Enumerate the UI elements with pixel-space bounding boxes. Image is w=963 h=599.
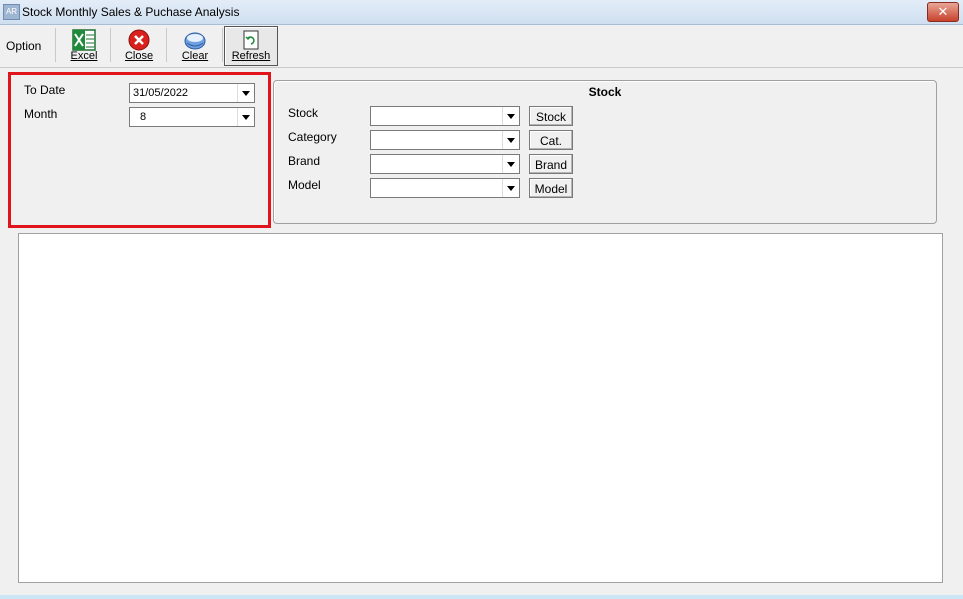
model-button[interactable]: Model [529, 178, 573, 198]
app-icon: AR [3, 4, 20, 20]
window-title: Stock Monthly Sales & Puchase Analysis [22, 5, 240, 19]
window-close-button[interactable]: ✕ [927, 2, 959, 22]
excel-icon [72, 29, 96, 51]
to-date-label: To Date [24, 83, 66, 97]
to-date-value: 31/05/2022 [133, 87, 189, 99]
clear-button[interactable]: Clear [168, 26, 222, 66]
chevron-down-icon[interactable] [502, 179, 519, 197]
month-label: Month [24, 107, 58, 121]
option-label: Option [6, 39, 42, 53]
category-select[interactable] [370, 130, 520, 150]
to-date-picker[interactable]: 31/05/2022 [129, 83, 255, 103]
chevron-down-icon[interactable] [502, 107, 519, 125]
refresh-icon [243, 30, 259, 50]
close-label: Close [124, 50, 154, 62]
stock-select[interactable] [370, 106, 520, 126]
close-red-icon [128, 29, 150, 51]
brand-button[interactable]: Brand [529, 154, 573, 174]
toolbar-separator [55, 28, 56, 62]
brand-label: Brand [288, 154, 321, 168]
category-label: Category [288, 130, 337, 144]
refresh-button[interactable]: Refresh [224, 26, 278, 66]
model-select[interactable] [370, 178, 520, 198]
stock-group: Stock Stock Stock Category Cat. Brand Br… [273, 80, 937, 224]
chevron-down-icon[interactable] [502, 131, 519, 149]
clear-icon [184, 32, 206, 50]
toolbar-separator [110, 28, 111, 62]
chevron-down-icon[interactable] [237, 84, 254, 102]
toolbar-separator [222, 28, 223, 62]
results-grid[interactable] [18, 233, 943, 583]
toolbar-separator [166, 28, 167, 62]
refresh-label: Refresh [231, 50, 271, 62]
month-value: 8 [140, 111, 147, 123]
chevron-down-icon[interactable] [237, 108, 254, 126]
excel-button[interactable]: Excel [57, 26, 111, 66]
window-bottom-border [0, 595, 963, 599]
stock-label: Stock [288, 106, 319, 120]
stock-button[interactable]: Stock [529, 106, 573, 126]
category-button[interactable]: Cat. [529, 130, 573, 150]
close-button[interactable]: Close [112, 26, 166, 66]
month-select[interactable]: 8 [129, 107, 255, 127]
brand-select[interactable] [370, 154, 520, 174]
chevron-down-icon[interactable] [502, 155, 519, 173]
date-filter-panel: To Date 31/05/2022 Month 8 [8, 72, 271, 228]
title-bar: AR Stock Monthly Sales & Puchase Analysi… [0, 0, 963, 25]
excel-label: Excel [70, 50, 98, 62]
model-label: Model [288, 178, 321, 192]
clear-label: Clear [181, 50, 209, 62]
toolbar: Option Excel Close Clear Refresh [0, 25, 963, 68]
stock-group-title: Stock [588, 85, 622, 99]
